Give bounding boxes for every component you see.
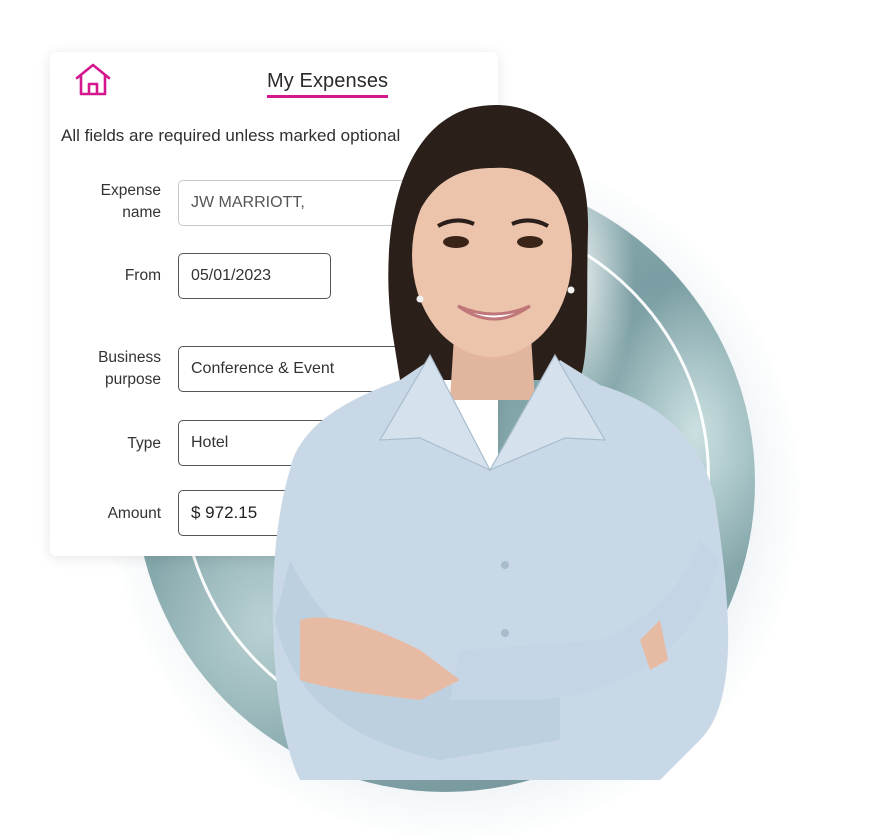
type-label: Type: [61, 433, 161, 455]
expense-name-label-line2: name: [122, 204, 161, 221]
expense-name-value: JW MARRIOTT,: [191, 194, 305, 211]
expense-name-input[interactable]: JW MARRIOTT,: [178, 180, 418, 226]
business-purpose-label: Business purpose: [61, 347, 161, 391]
from-date-value: 05/01/2023: [191, 267, 272, 284]
business-purpose-value: Conference & Event: [191, 360, 335, 377]
home-icon[interactable]: [74, 63, 112, 97]
type-label-text: Type: [127, 435, 161, 452]
page-title: My Expenses: [267, 70, 389, 98]
business-purpose-label-line2: purpose: [104, 371, 161, 388]
type-value: Hotel: [191, 434, 229, 451]
from-date-label-text: From: [124, 267, 161, 284]
type-select[interactable]: Hotel: [178, 420, 378, 466]
amount-value: $ 972.15: [191, 503, 258, 522]
from-date-label: From: [61, 265, 161, 287]
business-purpose-label-line1: Business: [98, 349, 161, 366]
amount-label: Amount: [61, 503, 161, 525]
expense-name-label-line1: Expense: [100, 182, 161, 199]
business-purpose-select[interactable]: Conference & Event: [178, 346, 418, 392]
amount-label-text: Amount: [107, 505, 161, 522]
amount-input[interactable]: $ 972.15: [178, 490, 378, 536]
from-date-input[interactable]: 05/01/2023: [178, 253, 331, 299]
expense-name-label: Expense name: [61, 180, 161, 224]
required-fields-notice: All fields are required unless marked op…: [61, 126, 401, 145]
expense-form-card: My Expenses All fields are required unle…: [50, 52, 498, 556]
